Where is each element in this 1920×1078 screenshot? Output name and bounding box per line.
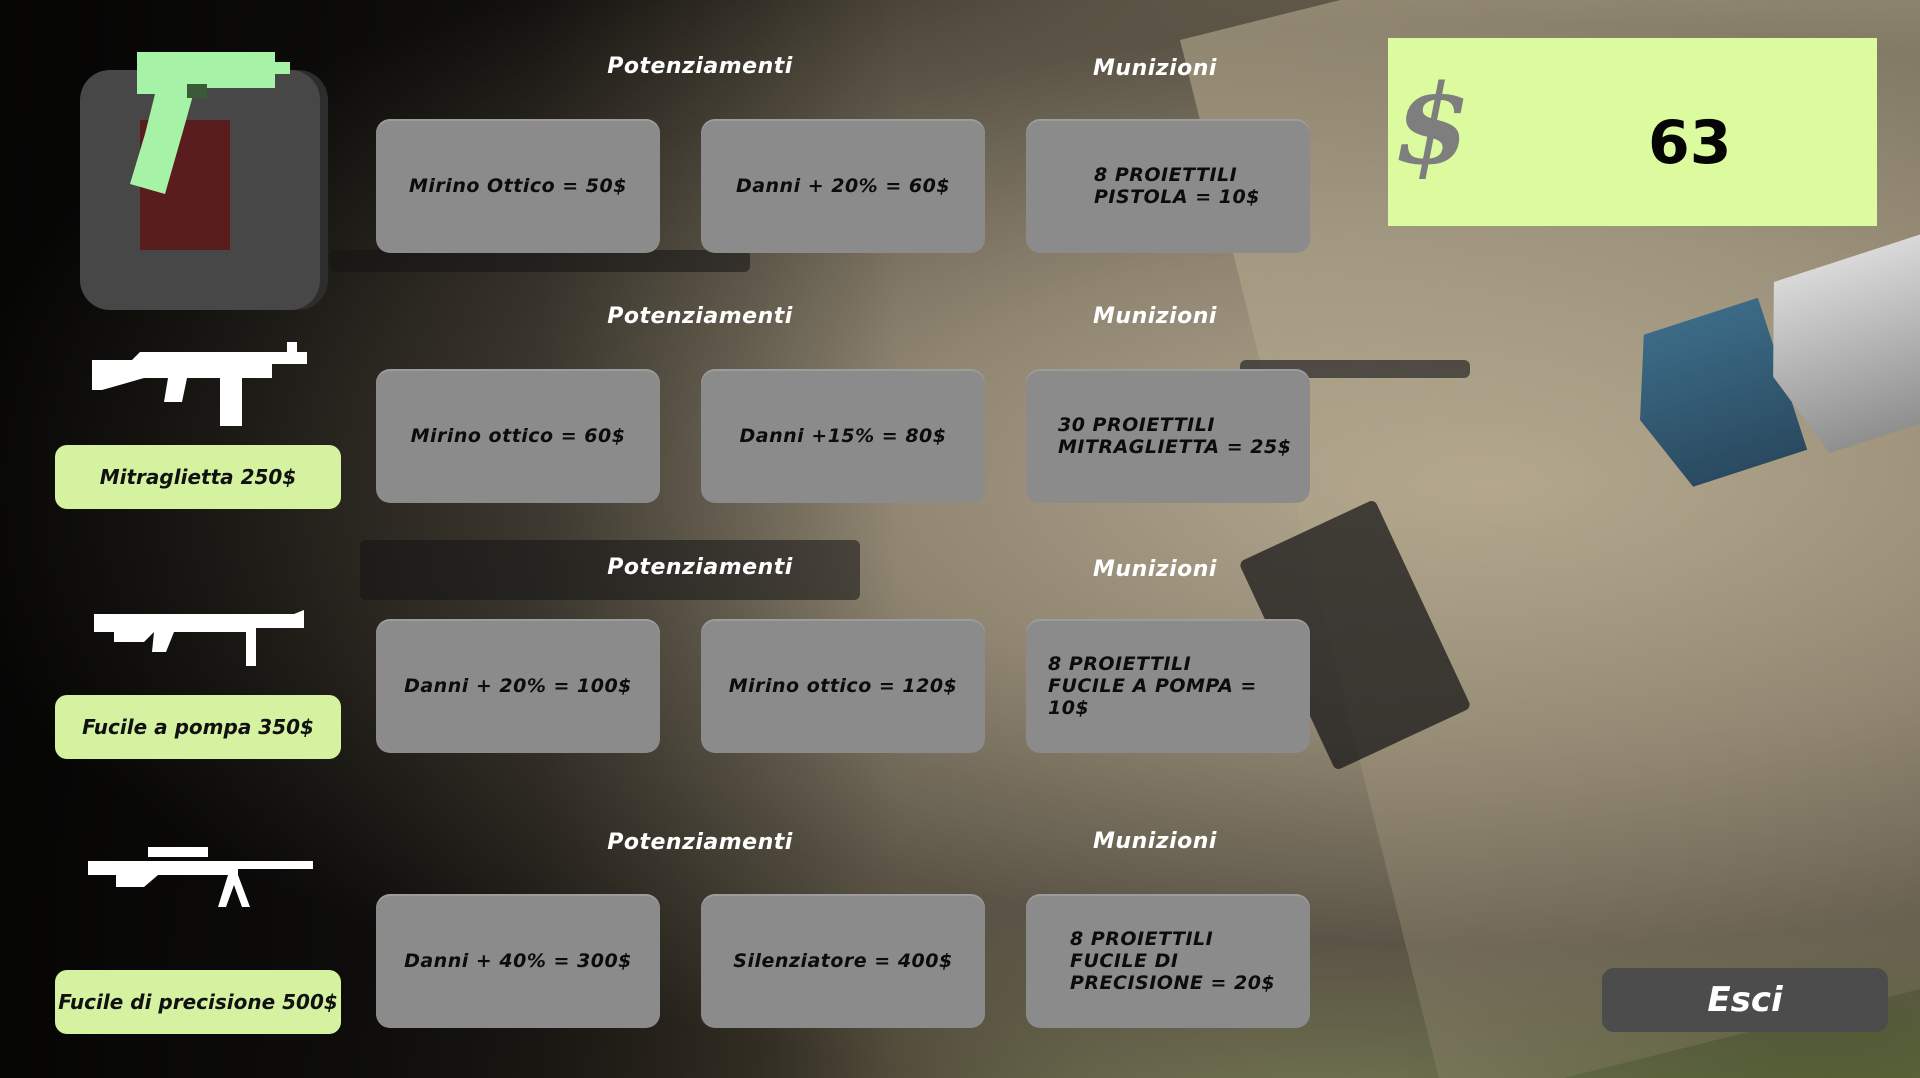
shotgun-upgrade-scope-button[interactable]: Mirino ottico = 120$ xyxy=(701,619,985,753)
upgrades-header: Potenziamenti xyxy=(607,830,793,855)
pistol-upgrade-scope-button[interactable]: Mirino Ottico = 50$ xyxy=(376,119,660,253)
sniper-upgrade-silencer-button[interactable]: Silenziatore = 400$ xyxy=(701,894,985,1028)
shotgun-upgrade-damage-button[interactable]: Danni + 20% = 100$ xyxy=(376,619,660,753)
pistol-icon[interactable] xyxy=(125,44,295,194)
dollar-icon: $ xyxy=(1394,60,1471,189)
smg-icon[interactable] xyxy=(92,338,307,430)
upgrades-header: Potenziamenti xyxy=(607,555,793,580)
buy-sniper-button[interactable]: Fucile di precisione 500$ xyxy=(55,970,341,1034)
smg-upgrade-scope-button[interactable]: Mirino ottico = 60$ xyxy=(376,369,660,503)
buy-shotgun-button[interactable]: Fucile a pompa 350$ xyxy=(55,695,341,759)
ammo-header: Munizioni xyxy=(1093,56,1217,81)
ammo-header: Munizioni xyxy=(1093,557,1217,582)
ammo-header: Munizioni xyxy=(1093,304,1217,329)
shotgun-icon[interactable] xyxy=(94,606,304,666)
background-rifle-scope xyxy=(330,250,750,272)
pistol-ammo-button[interactable]: 8 PROIETTILI PISTOLA = 10$ xyxy=(1026,119,1310,253)
exit-button[interactable]: Esci xyxy=(1602,968,1888,1032)
smg-ammo-button[interactable]: 30 PROIETTILI MITRAGLIETTA = 25$ xyxy=(1026,369,1310,503)
shotgun-ammo-button[interactable]: 8 PROIETTILI FUCILE A POMPA = 10$ xyxy=(1026,619,1310,753)
smg-upgrade-damage-button[interactable]: Danni +15% = 80$ xyxy=(701,369,985,503)
money-panel: $ 63 xyxy=(1388,38,1877,226)
sniper-ammo-button[interactable]: 8 PROIETTILI FUCILE DI PRECISIONE = 20$ xyxy=(1026,894,1310,1028)
money-amount: 63 xyxy=(1648,108,1732,178)
upgrades-header: Potenziamenti xyxy=(607,304,793,329)
pistol-upgrade-damage-button[interactable]: Danni + 20% = 60$ xyxy=(701,119,985,253)
sniper-upgrade-damage-button[interactable]: Danni + 40% = 300$ xyxy=(376,894,660,1028)
buy-smg-button[interactable]: Mitraglietta 250$ xyxy=(55,445,341,509)
upgrades-header: Potenziamenti xyxy=(607,54,793,79)
ammo-header: Munizioni xyxy=(1093,829,1217,854)
sniper-rifle-icon[interactable] xyxy=(88,845,313,907)
